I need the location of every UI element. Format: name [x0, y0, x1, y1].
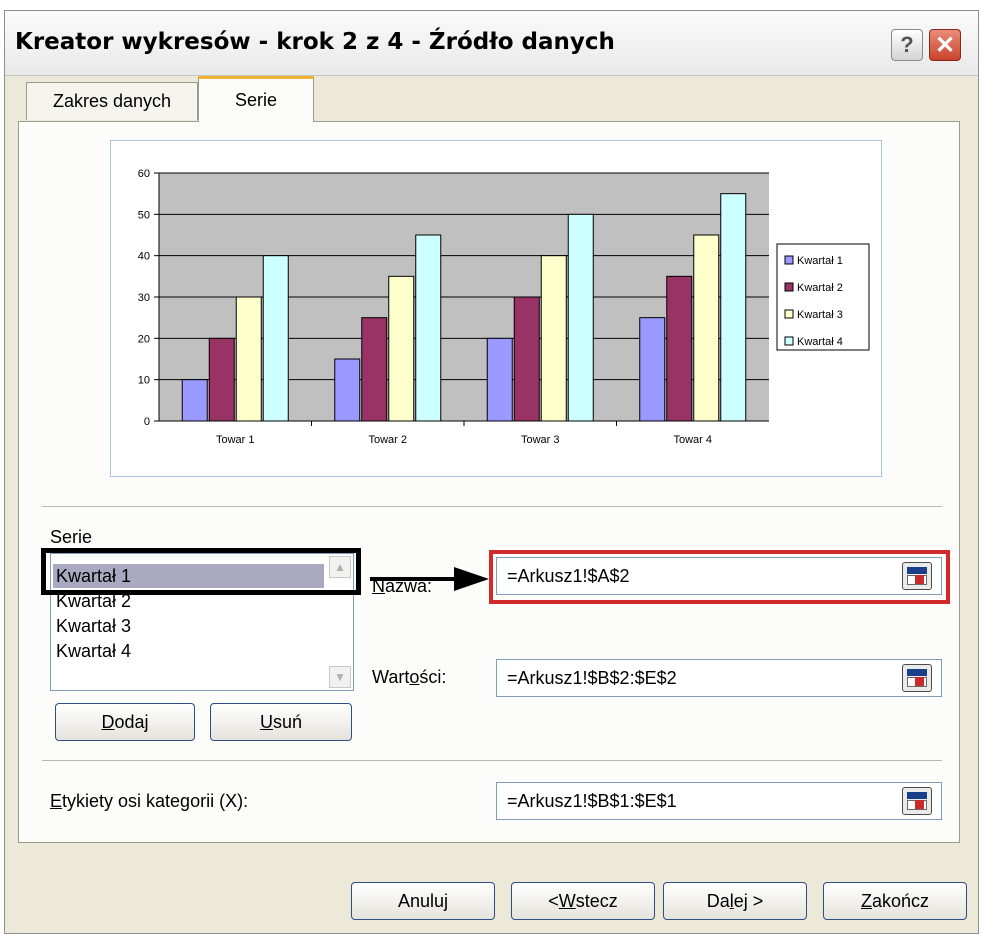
separator	[42, 760, 942, 761]
y-tick-label: 30	[138, 292, 150, 304]
title-bar: Kreator wykresów - krok 2 z 4 - Źródło d…	[5, 11, 978, 76]
back-label-post: stecz	[575, 890, 618, 911]
close-icon: ✕	[934, 31, 956, 59]
bar	[486, 337, 513, 422]
x-tick-label: Towar 1	[216, 434, 255, 446]
values-field-label: Wartości:	[372, 667, 446, 688]
values-label-pre: Wart	[372, 667, 410, 687]
y-tick-label: 0	[144, 416, 150, 428]
chart-svg: 0 10 20 30 40 50 60 Towar 1 Towar 2 Towar 3 Towar …	[138, 168, 870, 446]
y-tick-label: 40	[138, 251, 150, 263]
help-button[interactable]: ?	[891, 29, 923, 61]
category-label-text: tykiety osi kategorii (X):	[62, 791, 249, 811]
remove-button-label: suń	[272, 711, 303, 732]
bar	[235, 296, 262, 422]
bar	[720, 193, 747, 422]
help-icon: ?	[900, 32, 914, 57]
highlight-frame	[489, 550, 950, 604]
x-tick-label: Towar 3	[521, 434, 560, 446]
category-labels-value: =Arkusz1!$B$1:$E$1	[507, 790, 677, 811]
cancel-button[interactable]: Anuluj	[351, 882, 495, 920]
y-tick-label: 20	[138, 333, 150, 345]
legend-swatch	[784, 282, 794, 292]
values-label-accel: o	[409, 667, 420, 687]
next-label-pre: Da	[706, 890, 730, 911]
y-tick-label: 10	[138, 375, 150, 387]
bar	[567, 213, 594, 422]
add-series-button[interactable]: Dodaj	[55, 703, 195, 741]
category-labels-input[interactable]: =Arkusz1!$B$1:$E$1	[496, 782, 942, 820]
remove-series-button[interactable]: Usuń	[210, 703, 352, 741]
y-tick-label: 50	[138, 209, 150, 221]
next-label-post: ej >	[733, 890, 764, 911]
bar	[666, 275, 693, 422]
legend-swatch	[784, 336, 794, 346]
back-button[interactable]: < Wstecz	[511, 882, 655, 920]
finish-label-accel: Z	[860, 890, 872, 911]
back-label-pre: <	[548, 890, 559, 911]
series-values-value: =Arkusz1!$B$2:$E$2	[507, 667, 677, 688]
bar	[388, 275, 415, 422]
scroll-down-icon[interactable]: ▼	[329, 666, 351, 688]
legend-label: Kwartał 2	[797, 282, 843, 294]
chart-preview: 0 10 20 30 40 50 60 Towar 1 Towar 2 Towar 3 Towar …	[110, 140, 882, 477]
selection-highlight-box	[41, 548, 361, 595]
window-title: Kreator wykresów - krok 2 z 4 - Źródło d…	[15, 29, 615, 55]
cancel-label: Anuluj	[397, 890, 449, 911]
bar	[262, 255, 289, 422]
close-button[interactable]: ✕	[929, 29, 961, 61]
next-button[interactable]: Da l ej >	[663, 882, 807, 920]
bar	[540, 255, 567, 422]
x-tick-label: Towar 4	[673, 434, 712, 446]
add-button-accel: D	[101, 711, 115, 732]
range-picker-icon[interactable]	[902, 664, 932, 692]
legend-label: Kwartał 3	[797, 309, 843, 321]
category-label-accel: E	[50, 791, 63, 811]
legend-swatch	[784, 255, 794, 265]
bar	[361, 317, 388, 422]
bar	[208, 337, 235, 422]
y-tick-label: 60	[138, 168, 150, 180]
x-tick-label: Towar 2	[368, 434, 407, 446]
bar	[181, 379, 208, 422]
finish-button[interactable]: Zakończ	[823, 882, 967, 920]
arrow-icon	[370, 567, 489, 591]
range-picker-icon[interactable]	[902, 787, 932, 815]
separator	[42, 506, 942, 507]
tab-serie[interactable]: Serie	[198, 76, 314, 122]
series-label: Serie	[50, 527, 93, 547]
add-button-label: odaj	[114, 711, 149, 732]
bar	[693, 234, 720, 422]
series-list-item[interactable]: Kwartał 3	[56, 614, 131, 638]
bar	[513, 296, 540, 422]
legend-label: Kwartał 4	[797, 336, 843, 348]
finish-label-post: akończ	[871, 890, 930, 911]
bar	[334, 358, 361, 422]
remove-button-accel: U	[259, 711, 273, 732]
series-values-input[interactable]: =Arkusz1!$B$2:$E$2	[496, 659, 942, 697]
series-list-item[interactable]: Kwartał 4	[56, 639, 131, 663]
bar	[415, 234, 442, 422]
back-label-accel: W	[558, 890, 576, 911]
legend-swatch	[784, 309, 794, 319]
bar	[639, 317, 666, 422]
legend-label: Kwartał 1	[797, 255, 843, 267]
values-label-post: ści:	[419, 667, 447, 687]
category-labels-label: Etykiety osi kategorii (X):	[50, 791, 248, 812]
tab-zakres-danych[interactable]: Zakres danych	[26, 82, 198, 120]
